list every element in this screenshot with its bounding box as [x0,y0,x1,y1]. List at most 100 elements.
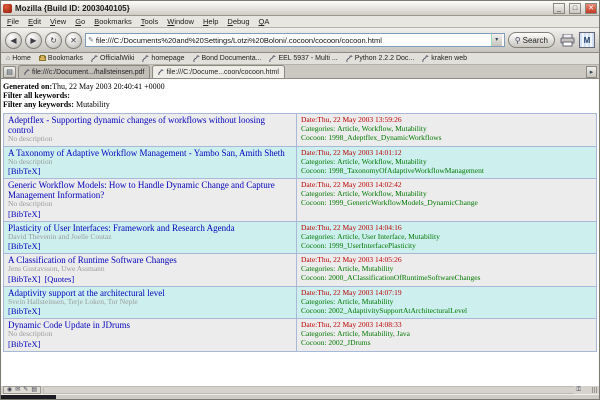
addressbook-icon[interactable]: ▤ [31,387,37,393]
windows-taskbar [1,394,599,399]
entry-description: Jens Gustavsson, Uwe Assmann [8,265,292,274]
bookmark-icon [269,55,276,63]
forward-button[interactable]: ▶ [25,32,42,49]
bookmark-icon [142,55,149,63]
component-bar: ◉ ✉ ✎ ▤ [3,386,41,394]
navigator-icon[interactable]: ◉ [7,387,12,393]
menu-tools[interactable]: Tools [141,17,159,26]
security-lock-icon[interactable]: ⚿ [576,387,581,393]
home-icon: ⌂ [6,55,10,62]
print-icon[interactable] [558,33,576,48]
entry-cocoon: Cocoon:1999_UserInterfacePlasticity [301,241,592,250]
entry-cocoon: Cocoon:1999_GenericWorkflowModels_Dynami… [301,198,592,207]
bibliography-list: Adeptflex - Supporting dynamic changes o… [3,113,597,352]
entry-title-link[interactable]: Plasticity of User Interfaces: Framework… [8,223,292,233]
entry-categories: Categories:Article, Mutability, Java [301,329,592,338]
search-icon: ⚲ [515,36,521,45]
entry-date: Date:Thu, 22 May 2003 14:04:16 [301,223,592,232]
window-title: Mozilla {Build ID: 2003040105} [15,4,549,13]
bookmark-kraken-web[interactable]: kraken web [422,55,467,63]
menu-debug[interactable]: Debug [227,17,249,26]
browser-window: Mozilla {Build ID: 2003040105} _ □ ✕ Fil… [0,0,600,400]
entry-categories: Categories:Article, User Interface, Muta… [301,232,592,241]
bibtex-link[interactable]: [BibTeX] [8,339,40,349]
bibtex-link[interactable]: [BibTeX] [8,274,40,284]
minimize-button[interactable]: _ [553,3,565,14]
page-icon: ✎ [88,36,94,44]
entry-date: Date:Thu, 22 May 2003 14:01:12 [301,148,592,157]
search-button-label: Search [523,36,548,45]
bookmark-folder[interactable]: Bookmarks [39,55,83,62]
menu-window[interactable]: Window [167,17,194,26]
entry-title-link[interactable]: Generic Workflow Models: How to Handle D… [8,180,292,200]
bibtex-link[interactable]: [BibTeX] [8,306,40,316]
url-input[interactable] [96,34,489,46]
bookmark-bond-documents[interactable]: Bond Documenta... [193,55,262,63]
bibtex-link[interactable]: [BibTeX] [8,241,40,251]
tab-bar: ▤ file:///c:/Document.../hallsteinsen.pd… [1,65,599,79]
tab-hallsteinsen-pdf[interactable]: file:///c:/Document.../hallsteinsen.pdf [18,65,150,78]
bookmark-icon [91,55,98,63]
list-item: Adeptflex - Supporting dynamic changes o… [4,114,596,147]
menu-go[interactable]: Go [75,17,85,26]
entry-title-link[interactable]: Adeptflex - Supporting dynamic changes o… [8,115,292,135]
bookmark-eel5937[interactable]: EEL 5937 - Multi ... [269,55,337,63]
entry-date: Date:Thu, 22 May 2003 13:59:26 [301,115,592,124]
bookmark-officialwiki[interactable]: OfficialWiki [91,55,134,63]
bookmark-home[interactable]: ⌂Home [6,55,31,62]
entry-description: Svein Hallsteinsen, Terje Loken, Tor Nep… [8,298,292,307]
bookmark-homepage[interactable]: homepage [142,55,184,63]
entry-categories: Categories:Article, Mutability [301,297,592,306]
url-dropdown-icon[interactable]: ▾ [491,34,502,46]
search-button[interactable]: ⚲ Search [508,32,555,48]
taskbar-window-button[interactable] [1,395,56,399]
maximize-button[interactable]: □ [569,3,581,14]
entry-categories: Categories:Article, Workflow, Mutability [301,189,592,198]
reload-button[interactable]: ↻ [45,32,62,49]
menu-bookmarks[interactable]: Bookmarks [94,17,132,26]
entry-categories: Categories:Article, Mutability [301,264,592,273]
entry-cocoon: Cocoon:1998_TaxonomyOfAdaptiveWorkflowMa… [301,166,592,175]
menu-edit[interactable]: Edit [28,17,41,26]
entry-date: Date:Thu, 22 May 2003 14:02:42 [301,180,592,189]
entry-categories: Categories:Article, Workflow, Mutability [301,157,592,166]
page-content: Generated on:Thu, 22 May 2003 20:40:41 +… [1,79,599,385]
tab-scroll-right-button[interactable]: ▸ [586,66,597,78]
menu-bar: File Edit View Go Bookmarks Tools Window… [1,16,599,28]
tab-bookmark-icon [24,69,30,76]
menu-file[interactable]: File [7,17,19,26]
new-tab-button[interactable]: ▤ [3,66,16,78]
composer-icon[interactable]: ✎ [23,387,28,393]
entry-cocoon: Cocoon:2000_AClassificationOfRuntimeSoft… [301,273,592,282]
personal-toolbar: ⌂Home Bookmarks OfficialWiki homepage Bo… [1,53,599,65]
quotes-link[interactable]: [Quotes] [44,274,74,284]
generated-line: Generated on:Thu, 22 May 2003 20:40:41 +… [3,82,597,91]
menu-view[interactable]: View [50,17,66,26]
back-button[interactable]: ◀ [5,32,22,49]
entry-title-link[interactable]: Adaptivity support at the architectural … [8,288,292,298]
bookmark-icon [193,55,200,63]
filter-any-line: Filter any keywords: Mutability [3,100,597,109]
stop-button[interactable]: ✕ [65,32,82,49]
navigation-toolbar: ◀ ▶ ↻ ✕ ✎ ▾ ⚲ Search M [1,28,599,53]
mozilla-app-icon [3,4,12,13]
stop-icon: ✕ [70,36,77,45]
bibtex-link[interactable]: [BibTeX] [8,209,40,219]
status-message-area [43,386,574,394]
bibtex-link[interactable]: [BibTeX] [8,166,40,176]
list-item: A Classification of Runtime Software Cha… [4,254,596,287]
tab-cocoon-html[interactable]: file:///C:/Docume...coon/cocoon.html [152,65,284,78]
bookmark-python-doc[interactable]: Python 2.2.2 Doc... [346,55,415,63]
entry-cocoon: Cocoon:1998_Adeptflex_DynamicWorkflows [301,133,592,142]
mozilla-throbber-icon[interactable]: M [579,32,595,48]
mail-icon[interactable]: ✉ [15,387,20,393]
entry-description: No description [8,200,292,209]
close-button[interactable]: ✕ [585,3,597,14]
resize-grip[interactable] [583,386,597,394]
entry-title-link[interactable]: A Taxonomy of Adaptive Workflow Manageme… [8,148,292,158]
menu-help[interactable]: Help [203,17,218,26]
menu-qa[interactable]: QA [259,17,270,26]
entry-date: Date:Thu, 22 May 2003 14:08:33 [301,320,592,329]
list-item: Adaptivity support at the architectural … [4,287,596,320]
tab-bookmark-icon [158,69,164,76]
